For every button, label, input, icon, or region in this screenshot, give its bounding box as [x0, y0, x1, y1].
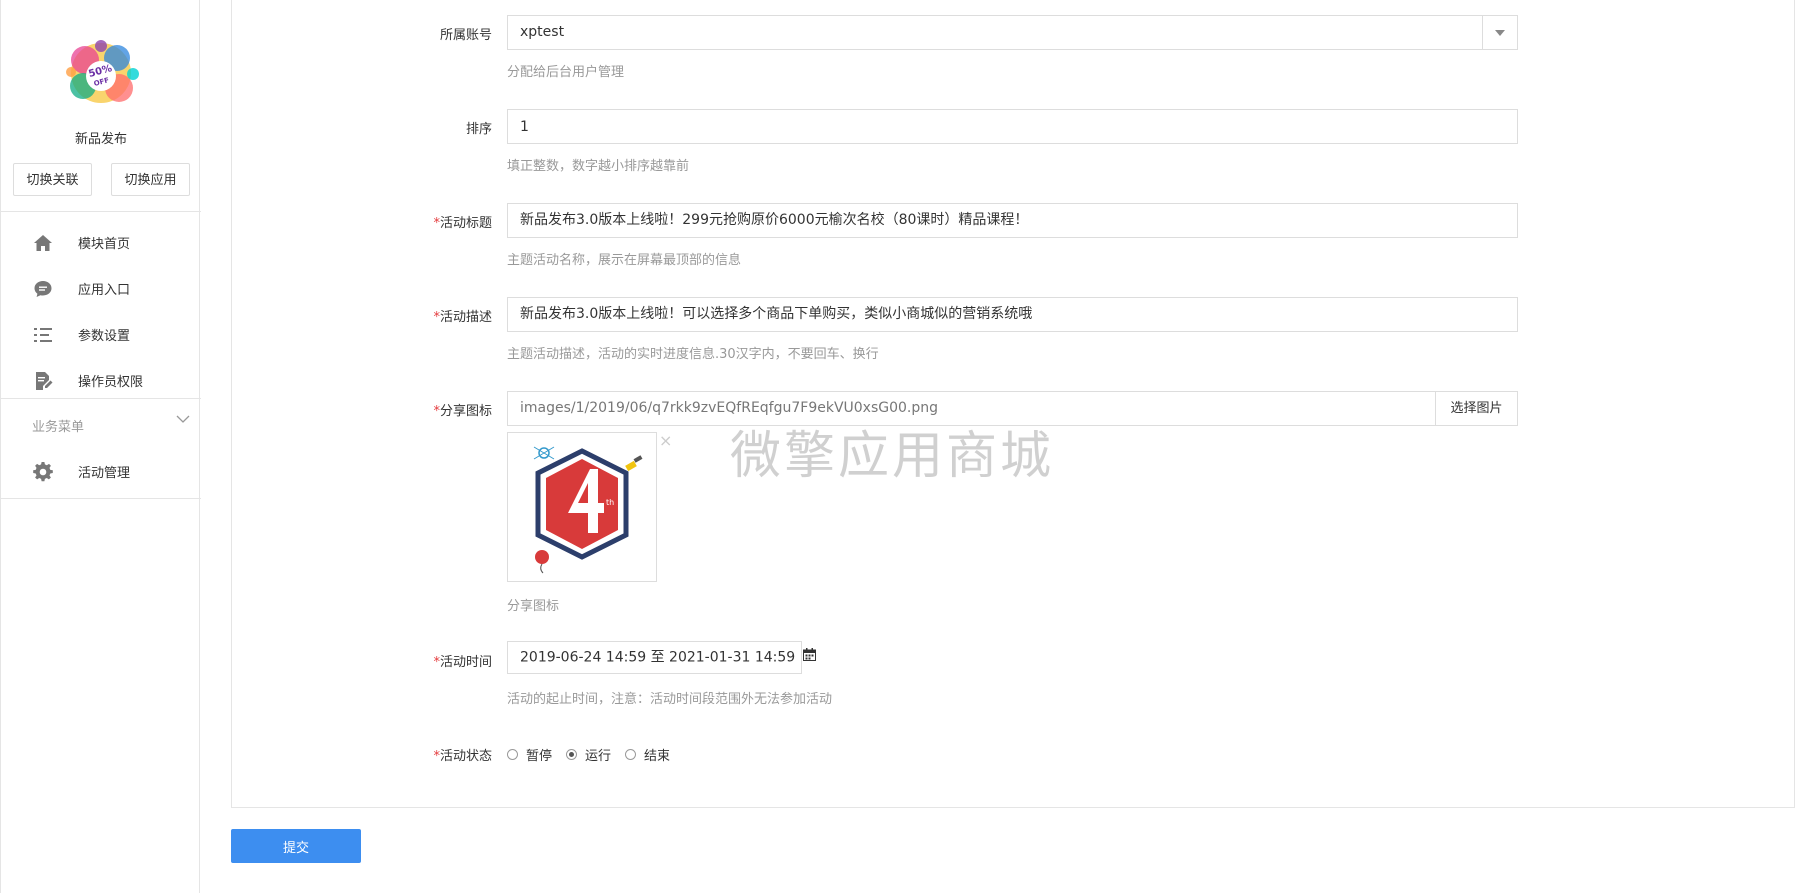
- submit-button[interactable]: 提交: [231, 829, 361, 863]
- choose-image-button[interactable]: 选择图片: [1435, 392, 1517, 425]
- status-radio-running[interactable]: 运行: [566, 745, 611, 764]
- sort-input[interactable]: [507, 109, 1518, 144]
- sidebar-item-param-settings[interactable]: 参数设置: [1, 315, 201, 355]
- title-hint: 主题活动名称，展示在屏幕最顶部的信息: [507, 253, 742, 268]
- account-select[interactable]: xptest: [507, 15, 1518, 50]
- account-select-value: xptest: [520, 24, 565, 40]
- radio-label: 运行: [585, 748, 612, 764]
- desc-hint: 主题活动描述，活动的实时进度信息.30汉字内，不要回车、换行: [507, 347, 879, 362]
- chevron-down-icon[interactable]: [176, 412, 190, 426]
- date-range-picker[interactable]: 2019-06-24 14:59 至 2021-01-31 14:59: [507, 641, 816, 674]
- list-settings-icon: [33, 325, 53, 345]
- status-radio-pause[interactable]: 暂停: [507, 745, 552, 764]
- home-icon: [33, 233, 53, 253]
- divider: [1, 398, 201, 399]
- svg-text:th: th: [606, 498, 614, 507]
- sidebar-item-label: 应用入口: [78, 283, 131, 298]
- divider: [1, 211, 201, 212]
- time-hint: 活动的起止时间，注意：活动时间段范围外无法参加活动: [507, 692, 833, 707]
- share-icon-path-input[interactable]: images/1/2019/06/q7rkk9zvEQfREqfgu7F9ekV…: [507, 391, 1518, 426]
- chevron-down-icon[interactable]: [1482, 16, 1517, 49]
- status-radio-ended[interactable]: 结束: [625, 745, 670, 764]
- radio-button[interactable]: [625, 748, 637, 760]
- sidebar-item-activity-management[interactable]: 活动管理: [1, 452, 201, 492]
- account-hint: 分配给后台用户管理: [507, 65, 625, 80]
- switch-link-button[interactable]: 切换关联: [13, 163, 92, 196]
- sidebar-item-module-home[interactable]: 模块首页: [1, 223, 201, 263]
- desc-input[interactable]: 新品发布3.0版本上线啦！可以选择多个商品下单购买，类似小商城似的营销系统哦: [507, 297, 1518, 332]
- app-name: 新品发布: [74, 132, 127, 147]
- calendar-icon: [802, 642, 816, 673]
- radio-button[interactable]: [566, 748, 578, 760]
- sidebar-item-label: 参数设置: [78, 329, 131, 344]
- sort-hint: 填正整数，数字越小排序越靠前: [507, 159, 690, 174]
- time-label: *活动时间: [433, 655, 492, 670]
- sidebar: 50% OFF 新品发布 切换关联 切换应用 模块首页 应用入口 参数设置 操作…: [0, 0, 201, 893]
- switch-app-button[interactable]: 切换应用: [111, 163, 190, 196]
- account-label: 所属账号: [439, 28, 492, 43]
- chat-icon: [33, 279, 53, 299]
- sidebar-item-label: 操作员权限: [78, 375, 144, 390]
- sidebar-item-label: 模块首页: [78, 237, 131, 252]
- share-icon-path-value: images/1/2019/06/q7rkk9zvEQfREqfgu7F9ekV…: [520, 400, 939, 416]
- edit-document-icon: [33, 371, 53, 391]
- sort-label: 排序: [465, 122, 492, 137]
- radio-label: 暂停: [526, 748, 553, 764]
- status-radio-group: 暂停 运行 结束: [507, 744, 684, 764]
- title-label: *活动标题: [433, 216, 492, 231]
- share-icon-label: *分享图标: [433, 404, 492, 419]
- radio-button[interactable]: [507, 748, 518, 760]
- divider: [1, 498, 201, 499]
- sidebar-item-app-entry[interactable]: 应用入口: [1, 269, 201, 309]
- title-input[interactable]: 新品发布3.0版本上线啦！299元抢购原价6000元榆次名校（80课时）精品课程…: [507, 203, 1518, 238]
- status-label: *活动状态: [433, 749, 492, 764]
- date-range-value: 2019-06-24 14:59 至 2021-01-31 14:59: [520, 649, 796, 666]
- app-logo: 50% OFF: [59, 36, 143, 111]
- share-icon-hint: 分享图标: [507, 599, 560, 614]
- gear-icon: [33, 461, 53, 482]
- share-icon-preview: th: [507, 432, 657, 582]
- sidebar-item-operator-permissions[interactable]: 操作员权限: [1, 361, 201, 401]
- group-title: 业务菜单: [32, 420, 85, 435]
- close-icon[interactable]: ×: [659, 433, 672, 449]
- sidebar-item-label: 活动管理: [78, 466, 131, 481]
- desc-label: *活动描述: [433, 310, 492, 325]
- radio-label: 结束: [644, 748, 671, 764]
